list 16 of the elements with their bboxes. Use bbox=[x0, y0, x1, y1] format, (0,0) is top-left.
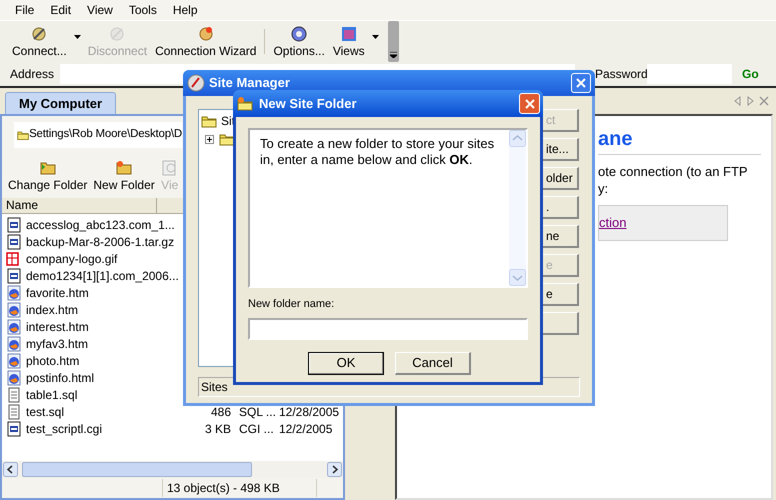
status-text: Sites bbox=[201, 380, 228, 394]
description-text: y: bbox=[598, 180, 610, 197]
password-label: Password bbox=[595, 66, 647, 83]
table-cell-text: CGI ... bbox=[238, 420, 273, 438]
window-title: New Site Folder bbox=[259, 94, 358, 113]
table-cell-text: 486 bbox=[210, 404, 231, 420]
field-label: New folder name: bbox=[248, 297, 336, 312]
window-title: Site Manager bbox=[209, 74, 291, 92]
table-cell-text: SQL ... bbox=[238, 404, 273, 420]
message-text: To create a new folder to store your sites in, enter a name below and click OK. bbox=[259, 135, 496, 169]
status-text: 13 object(s) - 498 KB bbox=[162, 479, 317, 497]
description-text: ote connection (to an FTP bbox=[598, 163, 749, 180]
table-cell-text: 12/2/2005 bbox=[278, 420, 334, 438]
address-label: Address bbox=[10, 66, 56, 83]
table-cell-text: 3 KB bbox=[204, 420, 231, 438]
pane-heading: ane bbox=[598, 126, 761, 155]
